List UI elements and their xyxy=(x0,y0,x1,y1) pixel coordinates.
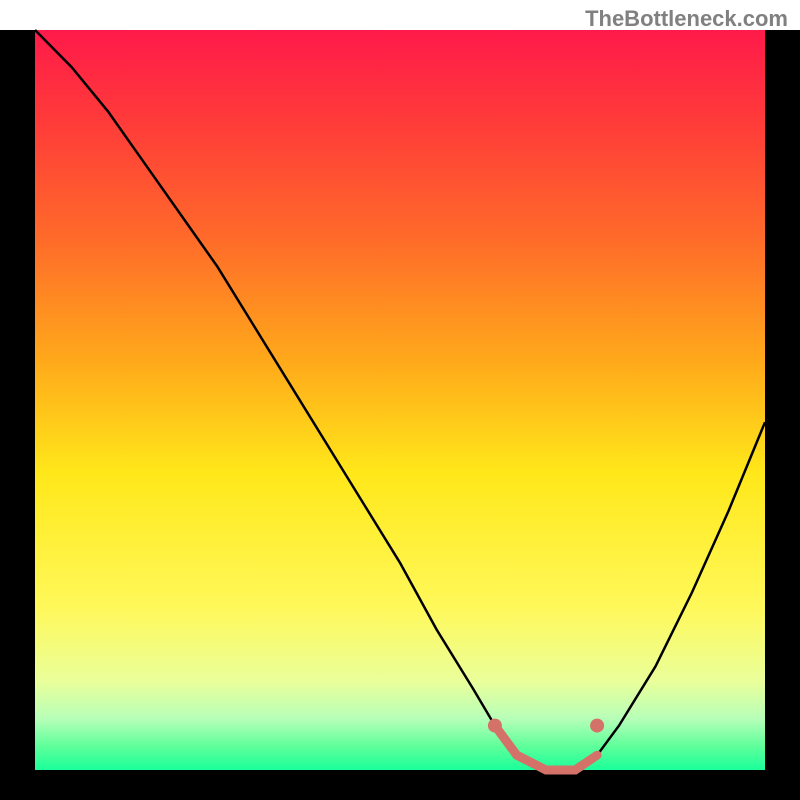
watermark-text: TheBottleneck.com xyxy=(585,6,788,32)
range-marker-1 xyxy=(590,719,604,733)
chart-container: TheBottleneck.com xyxy=(0,0,800,800)
gradient-background xyxy=(35,30,765,770)
bottleneck-chart xyxy=(0,0,800,800)
range-marker-0 xyxy=(488,719,502,733)
